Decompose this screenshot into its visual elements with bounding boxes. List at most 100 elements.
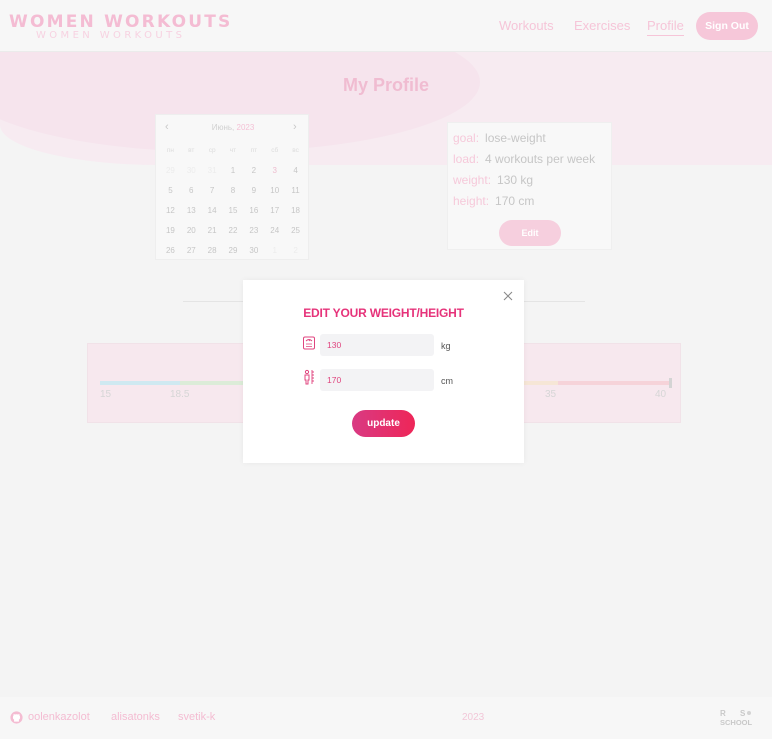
calendar-weekday: вс: [292, 147, 299, 154]
calendar-day[interactable]: 30: [243, 245, 264, 265]
bmi-marker: [669, 378, 672, 388]
height-input[interactable]: [320, 369, 434, 391]
weight-input[interactable]: [320, 334, 434, 356]
calendar-weekday: пн: [166, 147, 174, 154]
weight-row: weight: 130 kg: [453, 173, 533, 187]
calendar-header: Июнь, 2023: [211, 123, 255, 132]
height-row: height: 170 cm: [453, 194, 534, 208]
calendar-day[interactable]: 7: [202, 185, 223, 205]
goal-label: goal:: [453, 131, 480, 145]
calendar-day[interactable]: 6: [181, 185, 202, 205]
footer-year: 2023: [462, 712, 485, 723]
calendar-day[interactable]: 29: [223, 245, 244, 265]
bmi-tick-label: 35: [545, 389, 557, 400]
close-icon[interactable]: [502, 290, 514, 302]
calendar-day[interactable]: 20: [181, 225, 202, 245]
calendar-day[interactable]: 31: [202, 165, 223, 185]
height-unit: cm: [441, 376, 453, 386]
calendar-day[interactable]: 17: [264, 205, 285, 225]
github-icon: [10, 711, 23, 724]
goal-value: lose-weight: [485, 131, 546, 145]
calendar-day[interactable]: 4: [285, 165, 306, 185]
calendar-day[interactable]: 28: [202, 245, 223, 265]
calendar-weekday: сб: [271, 147, 279, 154]
calendar-weekday: ср: [208, 147, 216, 154]
nav-exercises[interactable]: Exercises: [574, 18, 630, 33]
height-ruler-icon: [304, 369, 314, 385]
calendar-grid: пн вт ср чт пт сб вс 29 30 31 1 2 3 4 5 6 7 8 9 10 11 12 13 14 1…: [160, 147, 306, 265]
bmi-tick-label: 15: [100, 389, 112, 400]
scale-weight-icon: [303, 336, 315, 350]
svg-text:SCHOOL: SCHOOL: [720, 718, 753, 727]
calendar-day[interactable]: 2: [243, 165, 264, 185]
bmi-tick-label: 40: [655, 389, 667, 400]
calendar-day[interactable]: 15: [223, 205, 244, 225]
calendar-day[interactable]: 1: [223, 165, 244, 185]
header: WOMEN WORKOUTS WOMEN WORKOUTS Workouts E…: [0, 0, 772, 52]
profile-info-card: goal: lose-weight load: 4 workouts per wee…: [447, 122, 612, 250]
logo-title[interactable]: WOMEN WORKOUTS: [9, 12, 232, 32]
calendar-next-icon[interactable]: ›: [293, 121, 297, 133]
edit-weight-height-modal: EDIT YOUR WEIGHT/HEIGHT kg cm update: [243, 280, 524, 463]
weight-label: weight:: [453, 173, 492, 187]
calendar-day[interactable]: 23: [243, 225, 264, 245]
footer-author-link[interactable]: svetik-k: [178, 711, 215, 723]
calendar-day[interactable]: 21: [202, 225, 223, 245]
calendar-day[interactable]: 9: [243, 185, 264, 205]
footer-author-link[interactable]: alisatonks: [111, 711, 160, 723]
calendar-weekday: вт: [188, 147, 195, 154]
calendar-day[interactable]: 30: [181, 165, 202, 185]
calendar-day[interactable]: 8: [223, 185, 244, 205]
nav-profile[interactable]: Profile: [647, 18, 684, 36]
calendar-weekday: чт: [229, 147, 237, 154]
calendar-day[interactable]: 27: [181, 245, 202, 265]
svg-text:S: S: [740, 709, 746, 718]
calendar-day[interactable]: 11: [285, 185, 306, 205]
calendar-day[interactable]: 18: [285, 205, 306, 225]
calendar-day[interactable]: 16: [243, 205, 264, 225]
calendar-day[interactable]: 3: [264, 165, 285, 185]
calendar-day[interactable]: 2: [285, 245, 306, 265]
height-label: height:: [453, 194, 490, 208]
calendar-day[interactable]: 14: [202, 205, 223, 225]
calendar-day[interactable]: 22: [223, 225, 244, 245]
load-row: load: 4 workouts per week: [453, 152, 595, 166]
footer: oolenkazolot alisatonks svetik-k 2023 R …: [0, 697, 772, 739]
bmi-segment-extreme: [558, 381, 670, 385]
weight-value: 130 kg: [497, 173, 534, 187]
update-button[interactable]: update: [352, 410, 415, 437]
load-label: load:: [453, 152, 480, 166]
calendar-year[interactable]: 2023: [237, 123, 255, 132]
svg-text:R: R: [720, 709, 726, 718]
bmi-segment-obese: [518, 381, 558, 385]
calendar-day[interactable]: 24: [264, 225, 285, 245]
bmi-segment-underweight: [100, 381, 180, 385]
calendar-day[interactable]: 5: [160, 185, 181, 205]
bmi-segment-normal: [180, 381, 248, 385]
calendar-day[interactable]: 12: [160, 205, 181, 225]
calendar-day[interactable]: 13: [181, 205, 202, 225]
weight-unit: kg: [441, 341, 451, 351]
edit-button[interactable]: Edit: [499, 220, 561, 246]
footer-author-link[interactable]: oolenkazolot: [28, 711, 90, 723]
logo-subtitle: WOMEN WORKOUTS: [36, 30, 186, 41]
height-value: 170 cm: [495, 194, 535, 208]
hero-background: [0, 52, 772, 165]
bmi-tick-label: 18.5: [170, 389, 190, 400]
calendar-month[interactable]: Июнь: [212, 123, 232, 132]
calendar-day[interactable]: 10: [264, 185, 285, 205]
page-title: My Profile: [342, 75, 430, 95]
calendar-day[interactable]: 19: [160, 225, 181, 245]
nav-workouts[interactable]: Workouts: [499, 18, 554, 33]
calendar-day[interactable]: 1: [264, 245, 285, 265]
calendar: ‹ Июнь, 2023 › пн вт ср чт пт сб вс 29 30 31 1 2 3 4 5…: [155, 114, 309, 260]
sign-out-button[interactable]: Sign Out: [696, 12, 758, 40]
load-value: 4 workouts per week: [485, 152, 596, 166]
calendar-day[interactable]: 29: [160, 165, 181, 185]
calendar-day[interactable]: 25: [285, 225, 306, 245]
calendar-weekday: пт: [250, 147, 258, 154]
goal-row: goal: lose-weight: [453, 131, 546, 145]
calendar-day[interactable]: 26: [160, 245, 181, 265]
rs-school-logo[interactable]: R S SCHOOL: [719, 708, 759, 728]
modal-title: EDIT YOUR WEIGHT/HEIGHT: [303, 306, 464, 320]
